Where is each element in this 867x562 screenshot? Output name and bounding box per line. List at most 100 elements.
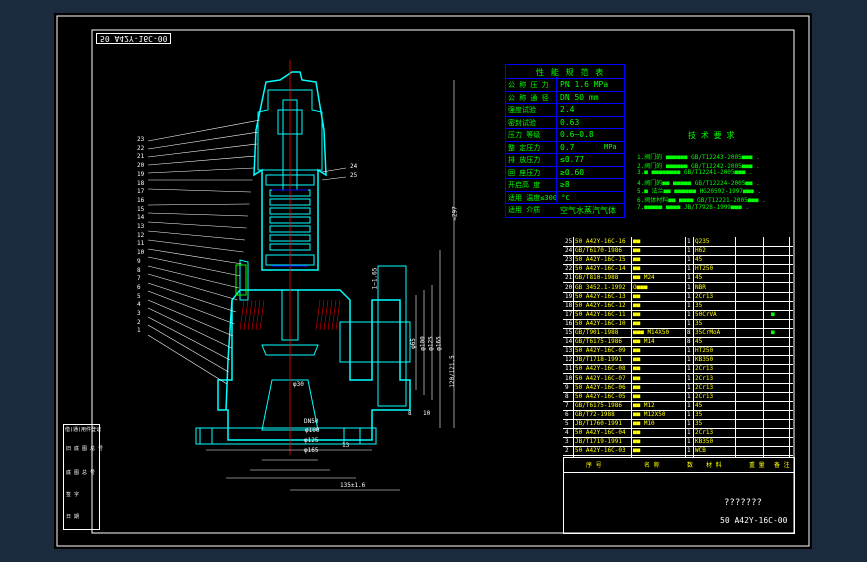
performance-row: 密封试验 0.63: [506, 115, 624, 129]
bom-row-index: 11: [565, 365, 573, 373]
title-block-name: ???????: [724, 498, 762, 508]
left-stamp-row-3: 签 字: [66, 492, 80, 498]
bom-row-name: ■■: [633, 392, 641, 400]
bom-row-index: 18: [565, 301, 573, 309]
performance-table-divider: [556, 77, 557, 202]
bom-row-material: 2Cr13: [695, 392, 714, 400]
title-block-drawing-no: 50 A42Y-16C-00: [720, 516, 788, 525]
bom-row-material: H62: [695, 247, 706, 255]
bom-row-material: 2Cr13: [695, 292, 714, 300]
bom-row-index: 3: [565, 438, 569, 446]
bom-row-material: KB350: [695, 356, 714, 364]
title-block: ??????? 50 A42Y-16C-00: [563, 472, 795, 534]
bom-row-code: JB/T1760-1991: [575, 420, 622, 427]
performance-row: 回 座压力 ≥0.60: [506, 165, 624, 179]
bom-row-code: GB/T6175-1986: [575, 338, 622, 346]
bom-row-index: 4: [565, 429, 569, 437]
bom-row-material: 35: [695, 301, 703, 309]
bom-header: 序 号 名 称 数 材 料 重 量 备 注: [563, 457, 795, 473]
bom-row-qty: 1: [687, 401, 691, 409]
bom-row-name: ■■ M24: [633, 274, 655, 282]
bom-header-name: 名 称: [644, 462, 660, 469]
bom-row-material: 35: [695, 410, 703, 418]
bom-row-qty: 1: [687, 420, 691, 427]
bom-row-qty: 1: [687, 374, 691, 382]
bom-row-qty: 1: [687, 274, 691, 282]
bom-row-name: ■■ M10: [633, 420, 655, 427]
part-number-label: 16: [137, 196, 145, 204]
left-stamp-title: 借(通)用件登记: [65, 427, 102, 433]
dim-small-1: 8: [408, 410, 412, 417]
dim-right-offset: 135±1.6: [340, 482, 366, 489]
part-number-label: 2: [137, 318, 141, 326]
bom-row-qty: 1: [687, 247, 691, 255]
performance-unit: MPa: [604, 142, 617, 151]
bom-column-divider: [789, 237, 790, 458]
bom-row-index: 17: [565, 310, 573, 318]
bom-row-index: 22: [565, 265, 573, 273]
bom-row-qty: 1: [687, 238, 691, 245]
bom-row-index: 2: [565, 447, 569, 455]
performance-value: 0.63: [560, 117, 580, 127]
bom-row-material: 2Cr13: [695, 374, 714, 382]
part-number-label: 25: [350, 172, 358, 179]
tech-requirement-line: 7.■■■■■ ■■■■ JB/T7928-1999■■■ .: [637, 203, 749, 211]
dim-top-left: 1~1.65: [371, 267, 379, 290]
performance-label: 密封试验: [508, 118, 536, 127]
part-number-label: 6: [137, 283, 141, 291]
dim-flange: DN50: [304, 418, 319, 425]
performance-value: 0.7: [560, 142, 575, 152]
dim-bottom-num: 13: [342, 442, 350, 449]
bom-row-code: GB/T6170-1986: [575, 247, 622, 255]
bom-row-code: 50 A42Y-16C-04: [575, 429, 626, 437]
part-number-label: 9: [137, 257, 141, 265]
bom-row-name: ■■: [633, 383, 641, 391]
dim-height-2: 120/121.5: [448, 355, 456, 388]
left-stamp-row-4: 日 期: [66, 514, 80, 520]
performance-row: 公 称 压 力 PN 1.6 MPa: [506, 78, 624, 91]
performance-value: 空气水蒸汽气体: [560, 206, 616, 215]
bom-row-note: ■: [771, 329, 775, 336]
bom-row: 2 50 A42Y-16C-03 ■■ 1 WCB: [563, 446, 793, 457]
part-number-label: 17: [137, 188, 145, 196]
performance-row: 压力 等级 0.6~0.8: [506, 128, 624, 141]
part-number-label: 10: [137, 249, 145, 257]
bom-row-code: 50 A42Y-16C-10: [575, 319, 626, 327]
bom-row-material: KB350: [695, 438, 714, 446]
mirrored-drawing-id: 50 A42Y-16C-00: [96, 33, 172, 44]
part-number-label: 14: [137, 214, 145, 222]
bom-row-code: 50 A42Y-16C-06: [575, 383, 626, 391]
performance-value: 0.6~0.8: [560, 130, 594, 139]
bom-row-name: ■■: [633, 247, 641, 255]
dim-overall-height: ≈297: [451, 206, 459, 221]
dim-small-2: 10: [423, 410, 431, 417]
part-number-label: 13: [137, 223, 145, 230]
bom-row-index: 14: [565, 338, 573, 346]
bom-row-material: Q235: [695, 238, 710, 245]
bom-row-index: 15: [565, 329, 573, 336]
part-number-label: 23: [137, 136, 145, 143]
bom-row-name: ■■: [633, 238, 641, 245]
bom-header-qty: 数: [687, 462, 694, 469]
bom-column-divider: [735, 237, 736, 458]
bom-row-code: GB/T72-1988: [575, 410, 615, 418]
bom-row-code: 50 A42Y-16C-09: [575, 347, 626, 355]
bom-row-name: ■■: [633, 347, 641, 355]
performance-label: 排 放压力: [508, 156, 541, 164]
bom-row-index: 13: [565, 347, 573, 355]
bom-row-code: 50 A42Y-16C-15: [575, 256, 626, 264]
bom-row-material: 45: [695, 274, 703, 282]
bom-row-name: ■■■ M14X50: [633, 329, 670, 336]
performance-row: 整 定压力 0.7 MPa: [506, 140, 624, 154]
bom-row-index: 7: [565, 401, 569, 409]
performance-row: 排 放压力 ≤0.77: [506, 153, 624, 166]
bom-row-code: GB/T6175-1986: [575, 401, 622, 409]
performance-value: ≥0.60: [560, 167, 585, 177]
bom-row-material: NBR: [695, 283, 706, 291]
part-number-label: 8: [137, 266, 141, 274]
bom-row-name: ■■: [633, 292, 641, 300]
side-dim-label: φ65: [409, 338, 417, 349]
bom-row-code: 50 A42Y-16C-05: [575, 392, 626, 400]
performance-label: 公 称 压 力: [508, 81, 549, 89]
bom-row-code: 50 A42Y-16C-08: [575, 365, 626, 373]
